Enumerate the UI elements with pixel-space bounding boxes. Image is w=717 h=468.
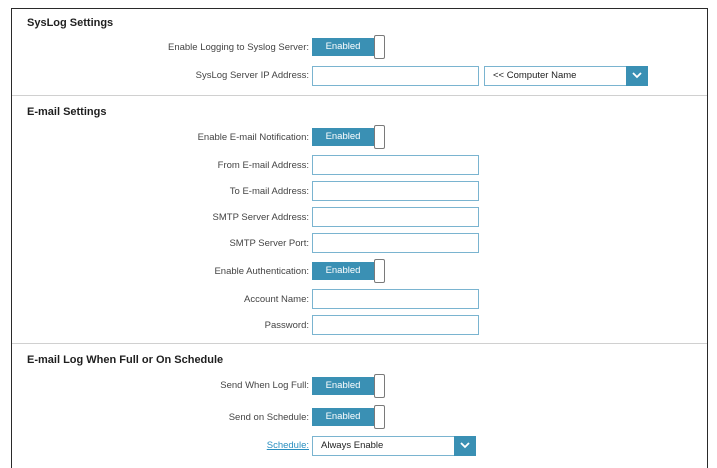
- email-notify-state: Enabled: [312, 128, 374, 146]
- send-when-full-toggle[interactable]: Enabled: [312, 374, 388, 398]
- chevron-down-icon: [454, 436, 476, 456]
- toggle-knob: [374, 374, 385, 398]
- password-input[interactable]: [312, 315, 479, 335]
- send-when-full-label: Send When Log Full:: [220, 380, 309, 391]
- smtp-address-input[interactable]: [312, 207, 479, 227]
- computer-name-select-value: << Computer Name: [493, 70, 577, 81]
- send-when-full-state: Enabled: [312, 377, 374, 395]
- email-notify-label: Enable E-mail Notification:: [197, 132, 309, 143]
- schedule-select[interactable]: Always Enable: [312, 436, 476, 456]
- section-divider: [12, 95, 707, 96]
- to-email-label: To E-mail Address:: [229, 186, 309, 197]
- smtp-port-label: SMTP Server Port:: [229, 238, 309, 249]
- settings-panel: SysLog Settings Enable Logging to Syslog…: [11, 8, 708, 468]
- account-name-label: Account Name:: [244, 294, 309, 305]
- syslog-section-title: SysLog Settings: [27, 17, 114, 29]
- toggle-knob: [374, 35, 385, 59]
- section-divider: [12, 343, 707, 344]
- enable-auth-toggle[interactable]: Enabled: [312, 259, 388, 283]
- schedule-section-title: E-mail Log When Full or On Schedule: [27, 354, 224, 366]
- toggle-knob: [374, 125, 385, 149]
- toggle-knob: [374, 259, 385, 283]
- toggle-knob: [374, 405, 385, 429]
- schedule-select-value: Always Enable: [321, 440, 384, 451]
- send-on-schedule-state: Enabled: [312, 408, 374, 426]
- send-on-schedule-toggle[interactable]: Enabled: [312, 405, 388, 429]
- enable-auth-state: Enabled: [312, 262, 374, 280]
- enable-auth-label: Enable Authentication:: [214, 266, 309, 277]
- enable-syslog-label: Enable Logging to Syslog Server:: [167, 42, 309, 53]
- syslog-ip-label: SysLog Server IP Address:: [195, 70, 309, 81]
- to-email-input[interactable]: [312, 181, 479, 201]
- send-on-schedule-label: Send on Schedule:: [228, 412, 309, 423]
- enable-syslog-state: Enabled: [312, 38, 374, 56]
- email-notify-toggle[interactable]: Enabled: [312, 125, 388, 149]
- schedule-link[interactable]: Schedule:: [267, 440, 309, 451]
- password-label: Password:: [264, 320, 309, 331]
- account-name-input[interactable]: [312, 289, 479, 309]
- from-email-label: From E-mail Address:: [217, 160, 309, 171]
- smtp-port-input[interactable]: [312, 233, 479, 253]
- computer-name-select[interactable]: << Computer Name: [484, 66, 648, 86]
- enable-syslog-toggle[interactable]: Enabled: [312, 35, 388, 59]
- email-section-title: E-mail Settings: [27, 106, 107, 118]
- from-email-input[interactable]: [312, 155, 479, 175]
- chevron-down-icon: [626, 66, 648, 86]
- syslog-ip-input[interactable]: [312, 66, 479, 86]
- smtp-address-label: SMTP Server Address:: [212, 212, 309, 223]
